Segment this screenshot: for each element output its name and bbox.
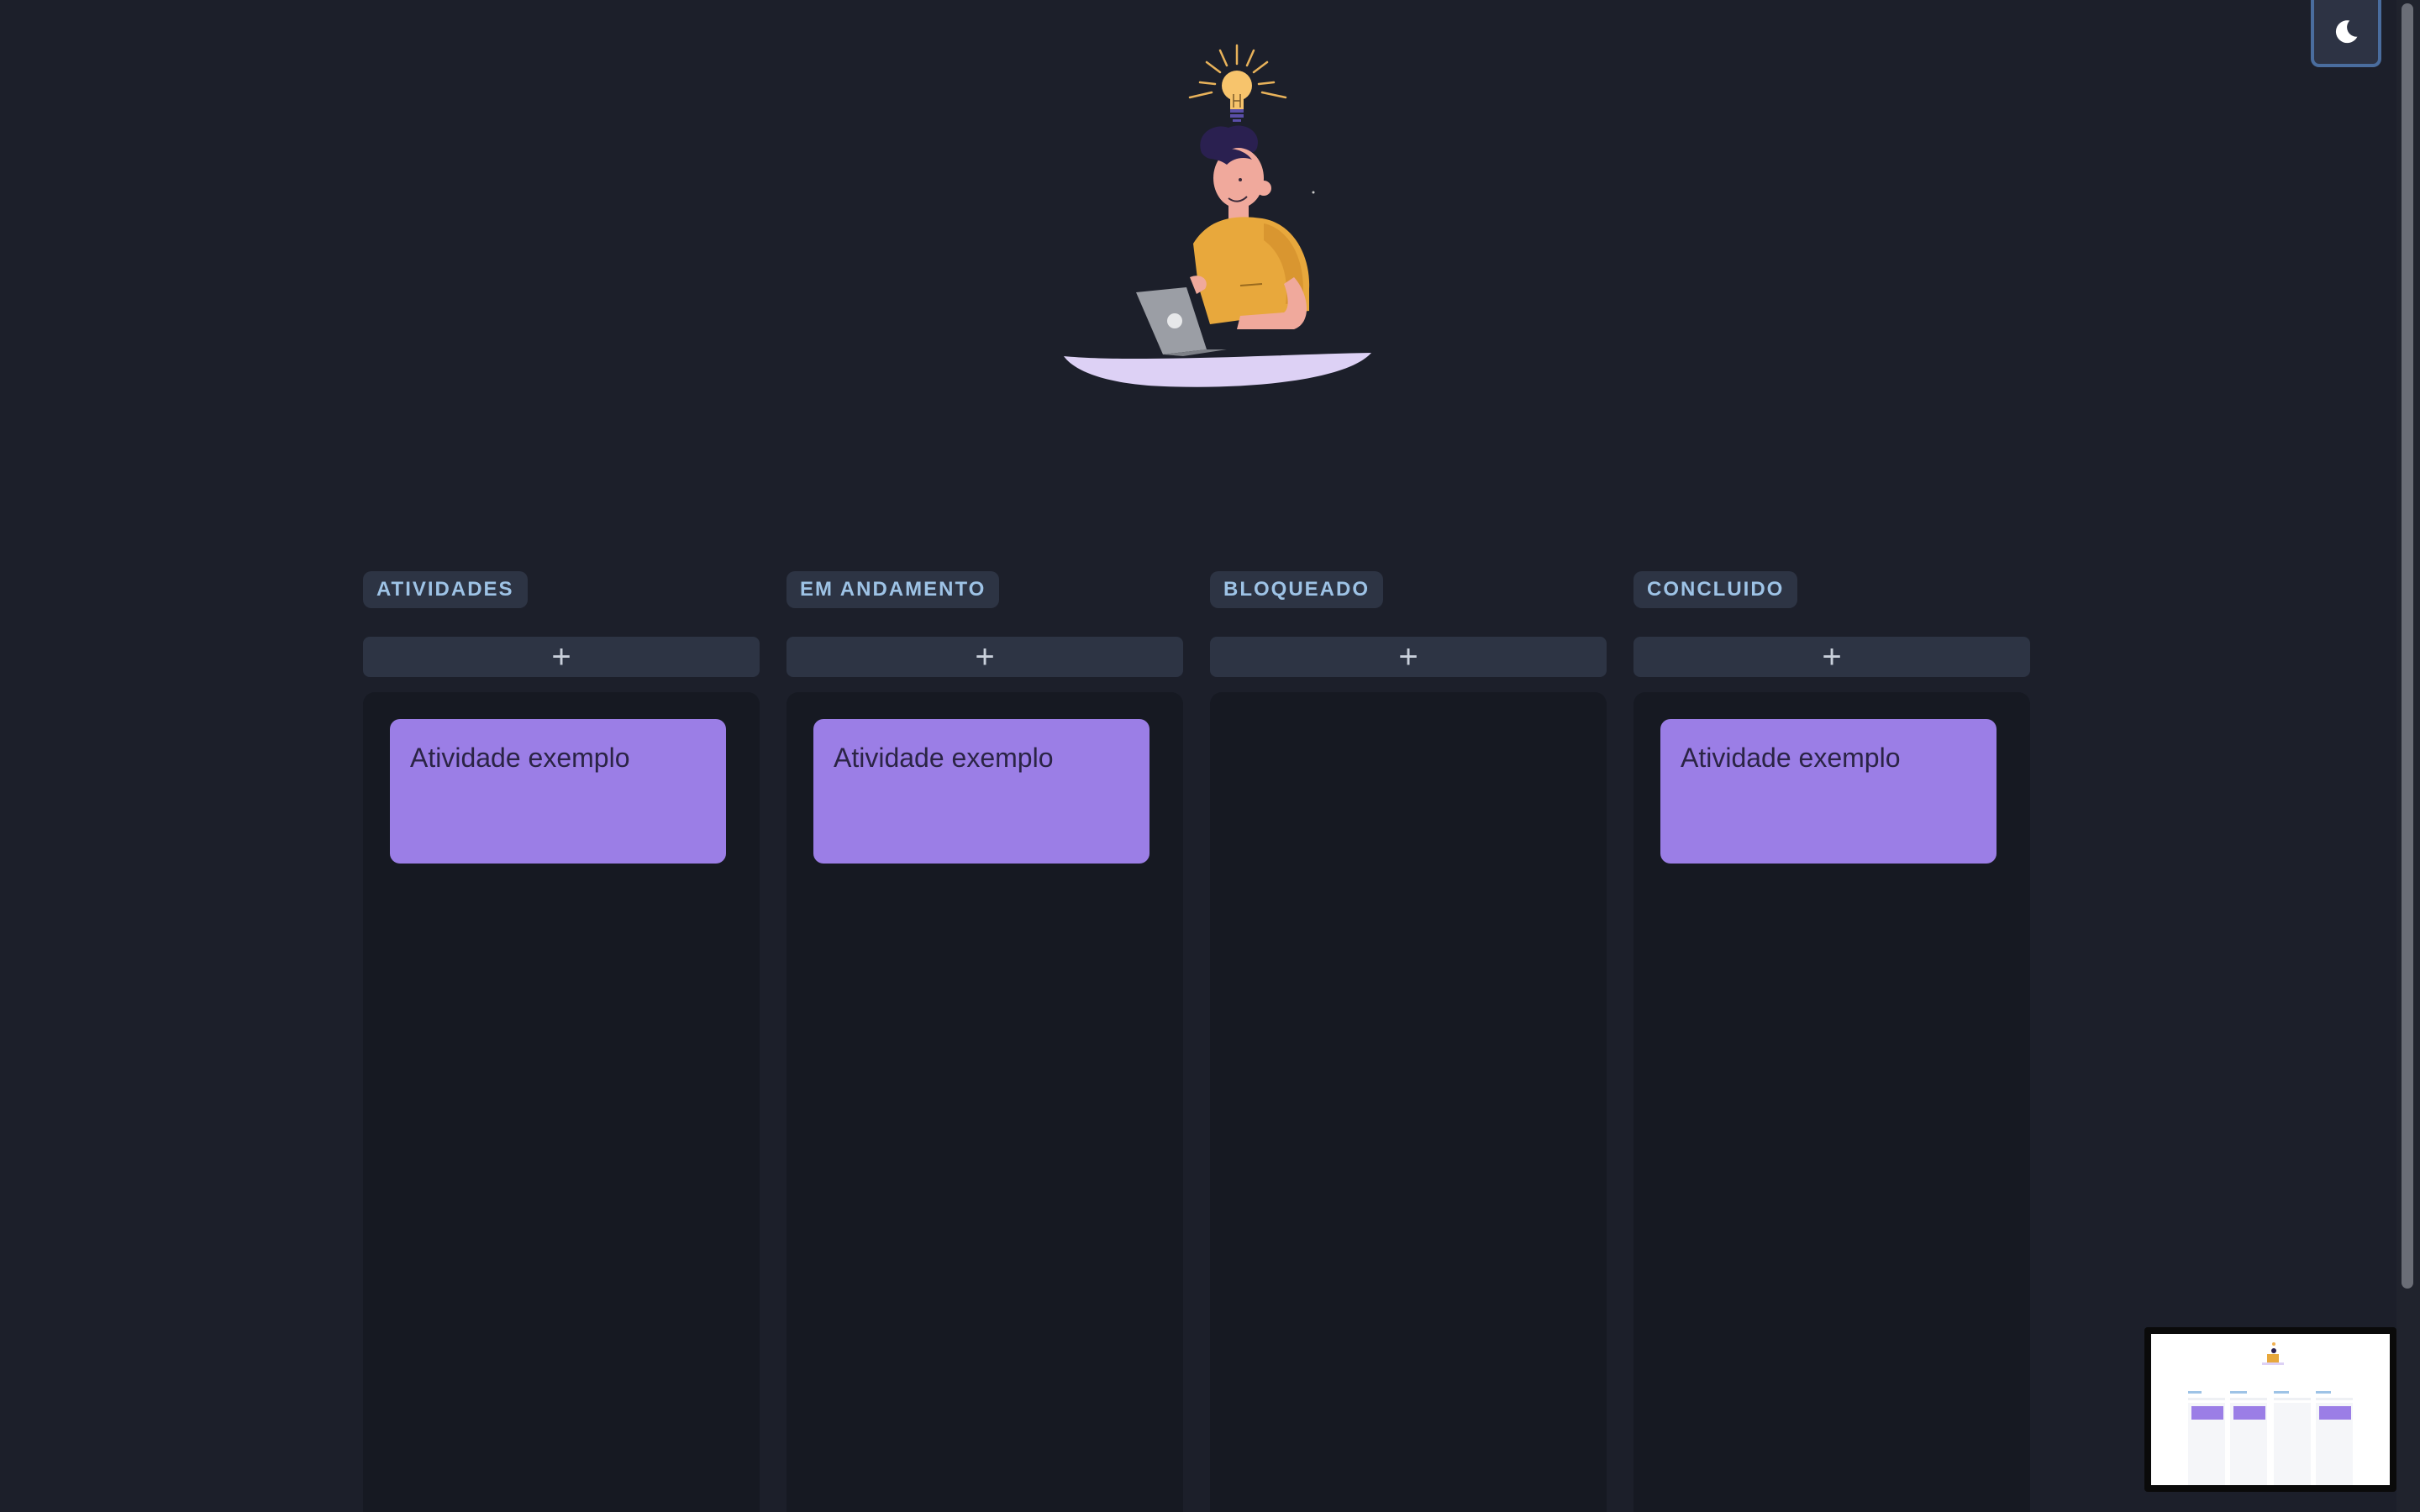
column-title: ATIVIDADES xyxy=(363,571,528,608)
scrollbar-thumb[interactable] xyxy=(2402,3,2413,1289)
theme-toggle-button[interactable] xyxy=(2311,0,2381,67)
add-card-button[interactable]: + xyxy=(1634,637,2030,677)
moon-icon xyxy=(2335,20,2358,44)
hero-illustration xyxy=(1042,34,1395,403)
column-title: BLOQUEADO xyxy=(1210,571,1383,608)
vertical-scrollbar[interactable] xyxy=(2396,0,2420,1512)
lightbulb-icon xyxy=(1222,71,1252,122)
task-card[interactable]: Atividade exemplo xyxy=(390,719,726,864)
task-card[interactable]: Atividade exemplo xyxy=(1660,719,1996,864)
column-title: EM ANDAMENTO xyxy=(786,571,1000,608)
column-body xyxy=(1210,692,1607,1512)
task-card[interactable]: Atividade exemplo xyxy=(813,719,1150,864)
add-card-button[interactable]: + xyxy=(363,637,760,677)
screenshot-preview-thumbnail[interactable] xyxy=(2144,1327,2396,1492)
kanban-page: ATIVIDADES + Atividade exemplo EM ANDAME… xyxy=(0,0,2420,1512)
column-body: Atividade exemplo xyxy=(363,692,760,1512)
preview-image xyxy=(2151,1334,2390,1485)
column-body: Atividade exemplo xyxy=(1634,692,2030,1512)
add-card-button[interactable]: + xyxy=(786,637,1183,677)
column-body: Atividade exemplo xyxy=(786,692,1183,1512)
add-card-button[interactable]: + xyxy=(1210,637,1607,677)
column-title: CONCLUIDO xyxy=(1634,571,1798,608)
